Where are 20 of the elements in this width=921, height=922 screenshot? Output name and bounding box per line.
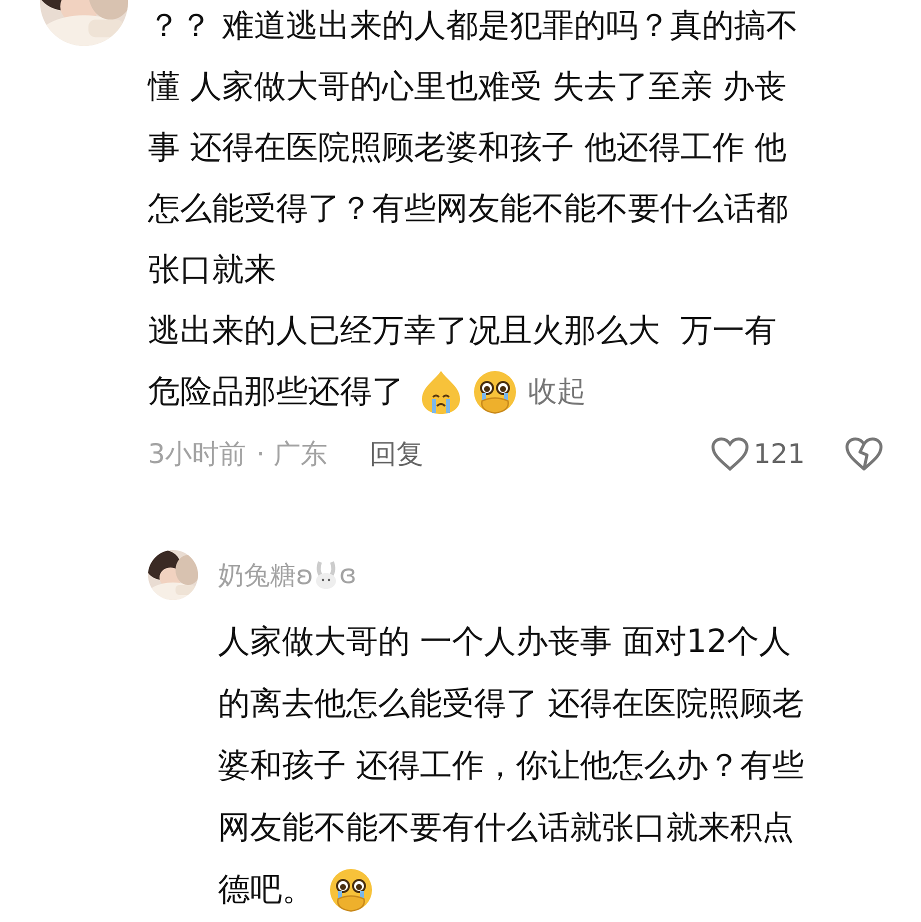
comment-text: 怎么能受得了？有些网友能不能不要什么话都 xyxy=(148,188,788,228)
comment-time: 3小时前 xyxy=(148,438,246,472)
username-suffix: ɞ xyxy=(339,560,357,590)
comment-text: 的离去他怎么能受得了 还得在医院照顾老 xyxy=(218,683,804,724)
comment-text: 懂 人家做大哥的心里也难受 失去了至亲 办丧 xyxy=(148,66,787,106)
comment-text: 张口就来 xyxy=(148,248,276,290)
comment-text: 人家做大哥的 一个人办丧事 面对12个人 xyxy=(218,621,792,662)
collapse-link[interactable]: 收起 xyxy=(528,372,586,412)
comment-text: 婆和孩子 还得工作，你让他怎么办？有些 xyxy=(218,745,804,786)
reply-button[interactable]: 回复 xyxy=(369,436,424,472)
comment-location: · 广东 xyxy=(256,438,328,472)
comment-text: 逃出来的人已经万幸了况且火那么大 万一有 xyxy=(148,310,776,350)
comment-text: 德吧。 xyxy=(218,869,314,910)
comment-text: 事 还得在医院照顾老婆和孩子 他还得工作 他 xyxy=(148,126,787,168)
like-icon[interactable] xyxy=(711,437,750,471)
comment-text: 危险品那些还得了 xyxy=(148,370,404,412)
like-count: 121 xyxy=(753,438,805,470)
comment-text: 网友能不能不要有什么话就张口就来积点 xyxy=(218,807,794,848)
username[interactable]: 奶兔糖ʚ xyxy=(218,558,314,592)
comment-text: ？？ 难道逃出来的人都是犯罪的吗？真的搞不 xyxy=(148,4,798,46)
